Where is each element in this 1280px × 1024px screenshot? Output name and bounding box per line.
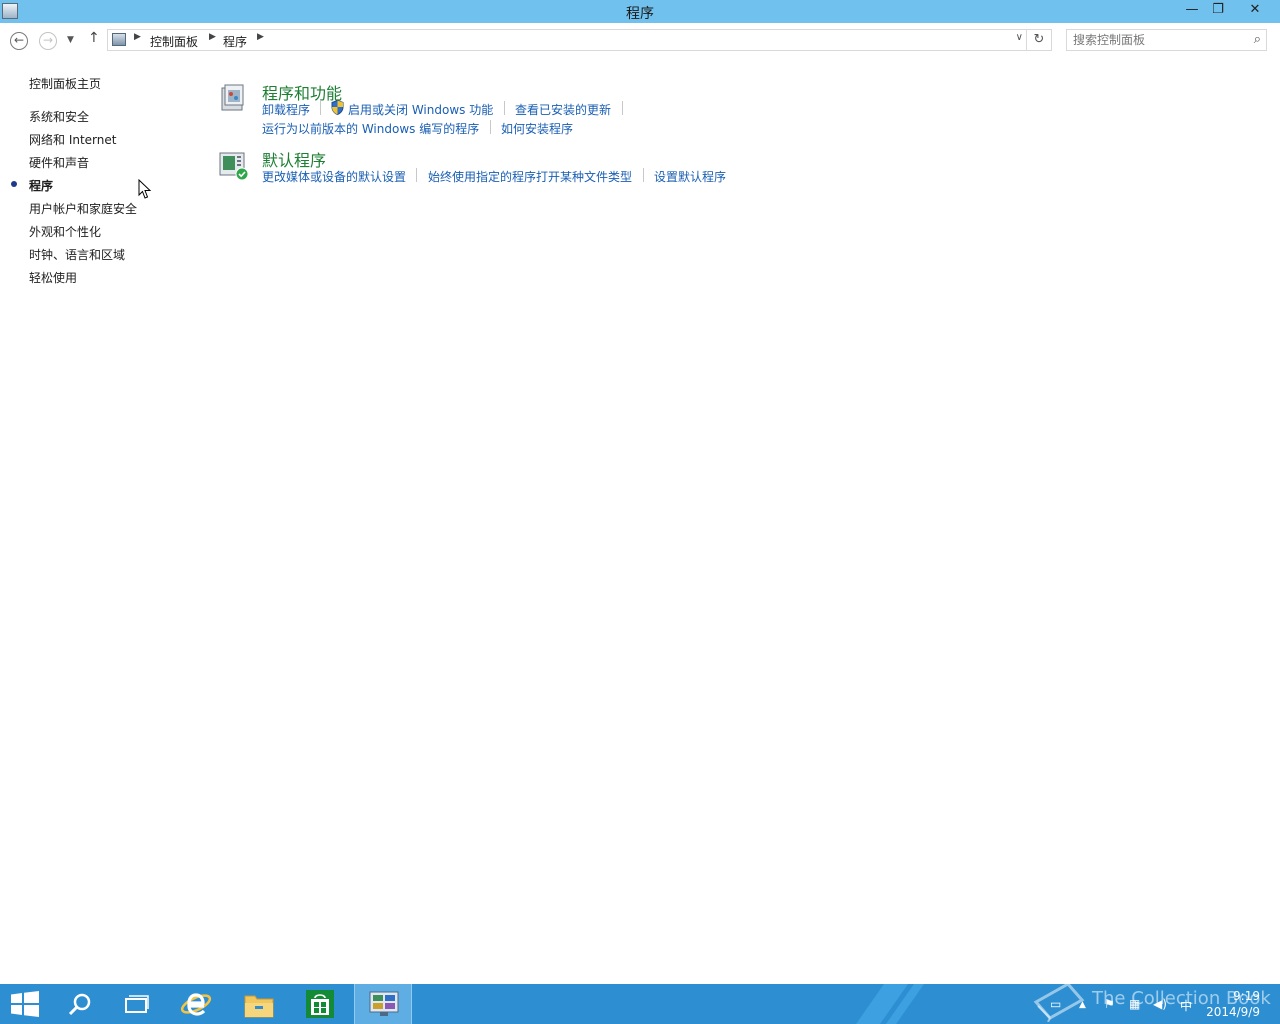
link-separator [416, 168, 417, 182]
breadcrumb-arrow-icon[interactable]: ▶ [209, 32, 216, 42]
windows-features-link[interactable]: 启用或关闭 Windows 功能 [348, 101, 493, 118]
file-explorer-icon [244, 995, 274, 1018]
restore-button[interactable]: ❐ [1205, 0, 1231, 21]
link-separator [504, 101, 505, 115]
clock[interactable]: 9:19 2014/9/9 [1206, 988, 1260, 1020]
volume-icon[interactable]: ◀) [1153, 997, 1167, 1011]
media-device-defaults-link[interactable]: 更改媒体或设备的默认设置 [262, 168, 406, 185]
start-button[interactable] [0, 984, 56, 1024]
search-icon[interactable]: ⌕ [1254, 32, 1261, 47]
link-separator [320, 101, 321, 115]
refresh-icon[interactable]: ↻ [1026, 30, 1051, 50]
breadcrumb-arrow-icon[interactable]: ▶ [257, 32, 264, 42]
title-bar: 程序 — ❐ ✕ [0, 0, 1280, 23]
sidebar-item-user-accounts[interactable]: 用户帐户和家庭安全 [29, 200, 137, 217]
set-default-programs-link[interactable]: 设置默认程序 [654, 168, 726, 185]
store-button[interactable] [292, 984, 348, 1024]
flag-icon[interactable]: ⚑ [1104, 997, 1115, 1011]
window-title: 程序 [626, 6, 654, 22]
clock-date: 2014/9/9 [1206, 1005, 1260, 1019]
search-icon [68, 993, 91, 1016]
clock-time: 9:19 [1233, 989, 1260, 1003]
address-dropdown-icon[interactable]: ∨ [1016, 32, 1023, 43]
close-button[interactable]: ✕ [1232, 0, 1278, 21]
minimize-button[interactable]: — [1179, 0, 1205, 21]
link-separator [490, 120, 491, 134]
programs-and-features-icon[interactable] [218, 82, 248, 112]
search-input[interactable] [1073, 32, 1238, 48]
sidebar-item-hardware-sound[interactable]: 硬件和声音 [29, 154, 89, 171]
sidebar-item-programs[interactable]: 程序 [29, 177, 53, 194]
active-item-bullet [11, 181, 17, 187]
task-view-button[interactable] [108, 984, 164, 1024]
file-explorer-button[interactable] [230, 984, 286, 1024]
link-separator [643, 168, 644, 182]
ime-indicator[interactable]: 中 [1180, 997, 1192, 1014]
address-bar[interactable]: ▶ 控制面板 ▶ 程序 ▶ ∨ ↻ [107, 29, 1052, 51]
control-panel-taskbar-button[interactable] [354, 984, 412, 1024]
internet-explorer-icon [180, 993, 212, 1016]
start-icon [11, 991, 39, 1017]
mouse-cursor-icon [138, 179, 152, 199]
task-view-icon [125, 995, 149, 1013]
uac-shield-icon [331, 100, 344, 115]
breadcrumb-programs[interactable]: 程序 [223, 33, 247, 50]
sidebar-item-system-security[interactable]: 系统和安全 [29, 108, 89, 125]
compatibility-programs-link[interactable]: 运行为以前版本的 Windows 编写的程序 [262, 120, 479, 137]
breadcrumb-control-panel[interactable]: 控制面板 [150, 33, 198, 50]
navigation-bar: ← → ▼ ↑ ▶ 控制面板 ▶ 程序 ▶ ∨ ↻ ⌕ [0, 23, 1280, 57]
sidebar-item-network-internet[interactable]: 网络和 Internet [29, 131, 116, 148]
up-button[interactable]: ↑ [88, 30, 100, 46]
network-warning-icon[interactable]: ▦ [1129, 997, 1140, 1011]
sidebar-item-appearance[interactable]: 外观和个性化 [29, 223, 101, 240]
sidebar-home-link[interactable]: 控制面板主页 [29, 75, 101, 92]
uninstall-program-link[interactable]: 卸载程序 [262, 101, 310, 118]
file-type-association-link[interactable]: 始终使用指定的程序打开某种文件类型 [428, 168, 632, 185]
sidebar-item-clock-language-region[interactable]: 时钟、语言和区域 [29, 246, 125, 263]
search-box[interactable]: ⌕ [1066, 29, 1267, 51]
show-hidden-icons-icon[interactable]: ▲ [1079, 1000, 1086, 1010]
taskbar: The Collection Book ▭ ▲ ⚑ ▦ ◀) 中 9:19 20… [0, 982, 1280, 1024]
action-center-message-icon[interactable]: ▭ [1050, 997, 1061, 1011]
recent-locations-dropdown[interactable]: ▼ [67, 35, 74, 45]
default-programs-icon[interactable] [218, 150, 248, 180]
link-separator [622, 101, 623, 115]
sidebar-item-ease-of-access[interactable]: 轻松使用 [29, 269, 77, 286]
search-button[interactable] [52, 984, 108, 1024]
control-panel-icon [112, 33, 126, 46]
breadcrumb-arrow-icon[interactable]: ▶ [134, 32, 141, 42]
installed-updates-link[interactable]: 查看已安装的更新 [515, 101, 611, 118]
forward-button[interactable]: → [39, 32, 57, 50]
store-icon [306, 990, 334, 1018]
back-button[interactable]: ← [10, 32, 28, 50]
control-panel-icon [369, 991, 399, 1016]
how-to-install-link[interactable]: 如何安装程序 [501, 120, 573, 137]
internet-explorer-button[interactable] [168, 984, 224, 1024]
